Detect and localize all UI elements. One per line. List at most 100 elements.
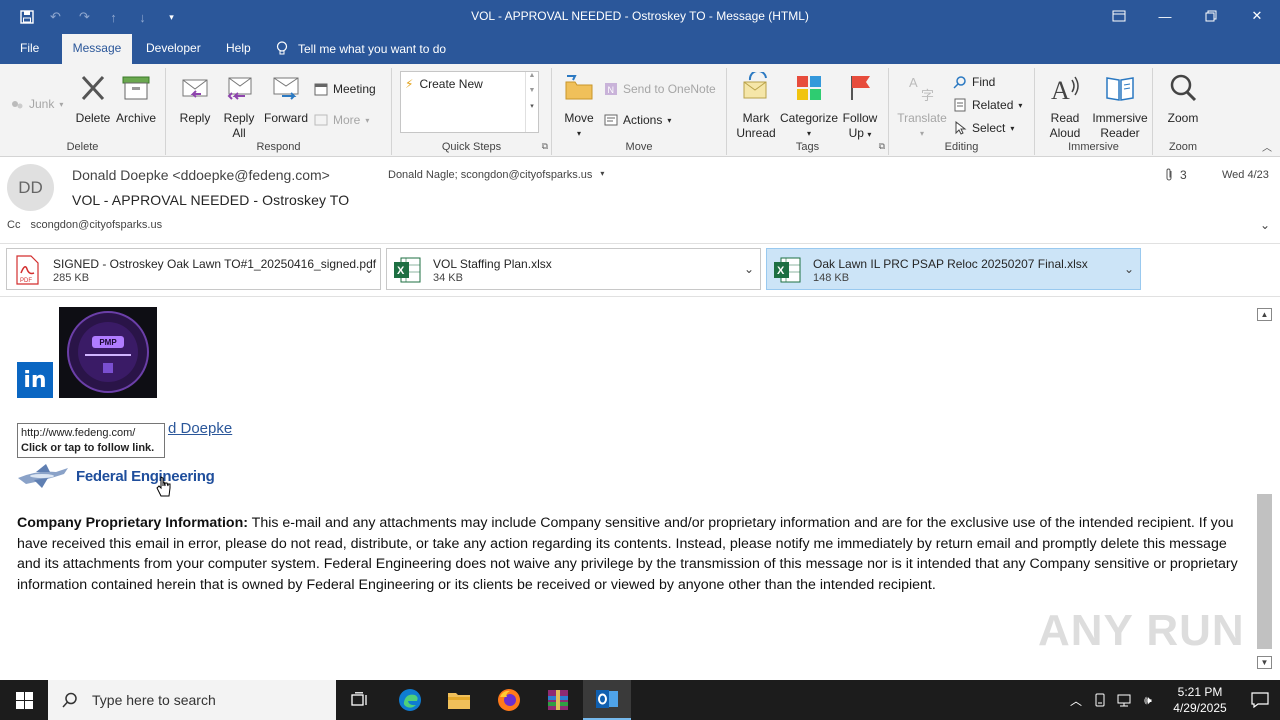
excel-icon: X [394,257,421,283]
lightning-icon: ⚡ [405,77,414,91]
meeting-button[interactable]: Meeting [314,82,376,96]
paperclip-icon [1164,168,1174,185]
signature-name-link[interactable]: d Doepke [168,420,232,437]
forward-button[interactable]: Forward [262,72,310,126]
mouse-cursor-icon [156,476,171,497]
device-icon[interactable] [1088,693,1112,707]
junk-button[interactable]: Junk ▾ [10,97,63,111]
actions-icon [604,114,618,126]
related-label: Related [972,98,1014,112]
ribbon-display-options-icon[interactable] [1096,0,1142,32]
more-button[interactable]: More ▾ [314,113,369,127]
find-icon [953,76,966,89]
sender[interactable]: Donald Doepke <ddoepke@fedeng.com> [72,167,330,183]
collapse-ribbon-icon[interactable]: ︿ [1262,139,1272,154]
outlook-icon [596,690,618,708]
related-icon [954,98,966,112]
task-view-button[interactable] [336,680,384,720]
tab-developer[interactable]: Developer [136,34,211,64]
select-button[interactable]: Select ▾ [953,121,1014,135]
recipients-list: Donald Nagle; scongdon@cityofsparks.us [388,169,593,181]
start-button[interactable] [0,680,48,720]
expand-header-icon[interactable]: ⌄ [1260,218,1270,232]
body-scrollbar[interactable]: ▲ ▼ [1256,308,1273,670]
actions-button[interactable]: Actions ▾ [604,113,671,127]
scroll-down-arrow[interactable]: ▼ [1257,656,1272,669]
attachment-name: Oak Lawn IL PRC PSAP Reloc 20250207 Fina… [813,257,1088,271]
cc-line: Cc scongdon@cityofsparks.us [7,219,162,231]
excel-icon: X [774,257,801,283]
linkedin-icon[interactable]: in [17,362,53,398]
volume-icon[interactable]: 🕪 [1136,693,1160,708]
show-hidden-icons-icon[interactable]: ︿ [1064,692,1088,709]
window-controls: — ✕ [1096,0,1280,32]
file-explorer-taskbar-button[interactable] [435,680,483,720]
follow-up-button[interactable]: Follow Up ▾ [839,72,881,142]
flag-icon [851,76,870,100]
quick-steps-scroll[interactable]: ▲ ▼ ▾ [525,72,538,132]
scroll-thumb[interactable] [1257,494,1272,649]
actions-label: Actions [623,113,663,127]
send-to-onenote-button[interactable]: N Send to OneNote [604,82,716,96]
network-icon[interactable] [1112,693,1136,707]
move-button[interactable]: Move ▾ [560,72,598,141]
tell-me-search[interactable]: Tell me what you want to do [276,41,446,56]
move-folder-icon [565,75,593,100]
categorize-button[interactable]: Categorize ▾ [779,72,839,141]
create-new-quick-step[interactable]: ⚡ Create New [405,77,483,91]
winrar-taskbar-button[interactable] [534,680,582,720]
reply-button[interactable]: Reply [176,72,214,126]
mark-unread-label-2: Unread [736,126,776,140]
scroll-up-arrow[interactable]: ▲ [1257,308,1272,321]
delete-button[interactable]: Delete [74,72,112,126]
related-button[interactable]: Related ▾ [953,98,1022,112]
winrar-icon [548,690,568,710]
minimize-icon[interactable]: — [1142,0,1188,32]
more-label: More [333,113,361,127]
federal-engineering-logo[interactable]: Federal Engineering [16,460,215,492]
recipients[interactable]: Donald Nagle; scongdon@cityofsparks.us ▾ [388,169,604,181]
edge-taskbar-button[interactable] [386,680,434,720]
chevron-down-icon[interactable]: ⌄ [1124,262,1134,276]
reply-all-button[interactable]: Reply All [220,72,258,141]
immersive-reader-button[interactable]: Immersive Reader [1091,72,1149,141]
cc-recipient[interactable]: scongdon@cityofsparks.us [30,219,162,231]
tab-help[interactable]: Help [216,34,261,64]
tags-launcher-icon[interactable]: ⧉ [879,141,885,152]
mark-unread-button[interactable]: Mark Unread [733,69,779,141]
taskbar-clock[interactable]: 5:21 PM 4/29/2025 [1160,684,1240,716]
find-label: Find [972,75,996,89]
find-button[interactable]: Find [953,75,995,89]
firefox-taskbar-button[interactable] [485,680,533,720]
notifications-button[interactable] [1240,692,1280,708]
sent-date: Wed 4/23 [1222,169,1269,181]
translate-button[interactable]: A字 Translate ▾ [895,72,949,141]
close-icon[interactable]: ✕ [1234,0,1280,32]
quick-steps-launcher-icon[interactable]: ⧉ [542,141,548,152]
cc-label: Cc [7,219,21,231]
tab-file[interactable]: File [10,34,49,64]
chevron-down-icon[interactable]: ⌄ [364,262,374,276]
reply-all-label-2: All [232,126,246,140]
reply-all-icon [227,77,252,100]
attachment-xlsx-reloc[interactable]: X Oak Lawn IL PRC PSAP Reloc 20250207 Fi… [766,248,1141,290]
read-aloud-label-1: Read [1050,111,1080,125]
reply-icon [182,79,208,98]
attachment-pdf[interactable]: PDF SIGNED - Ostroskey Oak Lawn TO#1_202… [6,248,381,290]
archive-button[interactable]: Archive [114,72,158,126]
outlook-taskbar-button[interactable] [583,680,631,720]
attachment-count: 3 [1164,168,1187,185]
tab-message[interactable]: Message [62,34,132,64]
taskbar-search[interactable]: Type here to search [48,680,336,720]
read-aloud-button[interactable]: A Read Aloud [1043,72,1087,141]
zoom-button[interactable]: Zoom [1163,72,1203,126]
restore-icon[interactable] [1188,0,1234,32]
avatar[interactable]: DD [7,164,54,211]
chevron-down-icon[interactable]: ▾ [600,169,604,181]
respond-group: Reply Reply All Forward Meeting More ▾ Re… [166,68,392,155]
immersive-group-label: Immersive [1068,141,1119,153]
quick-steps-gallery[interactable]: ⚡ Create New ▲ ▼ ▾ [400,71,539,133]
attachment-xlsx-staffing[interactable]: X VOL Staffing Plan.xlsx 34 KB ⌄ [386,248,761,290]
attachments-bar: PDF SIGNED - Ostroskey Oak Lawn TO#1_202… [0,243,1280,297]
chevron-down-icon[interactable]: ⌄ [744,262,754,276]
